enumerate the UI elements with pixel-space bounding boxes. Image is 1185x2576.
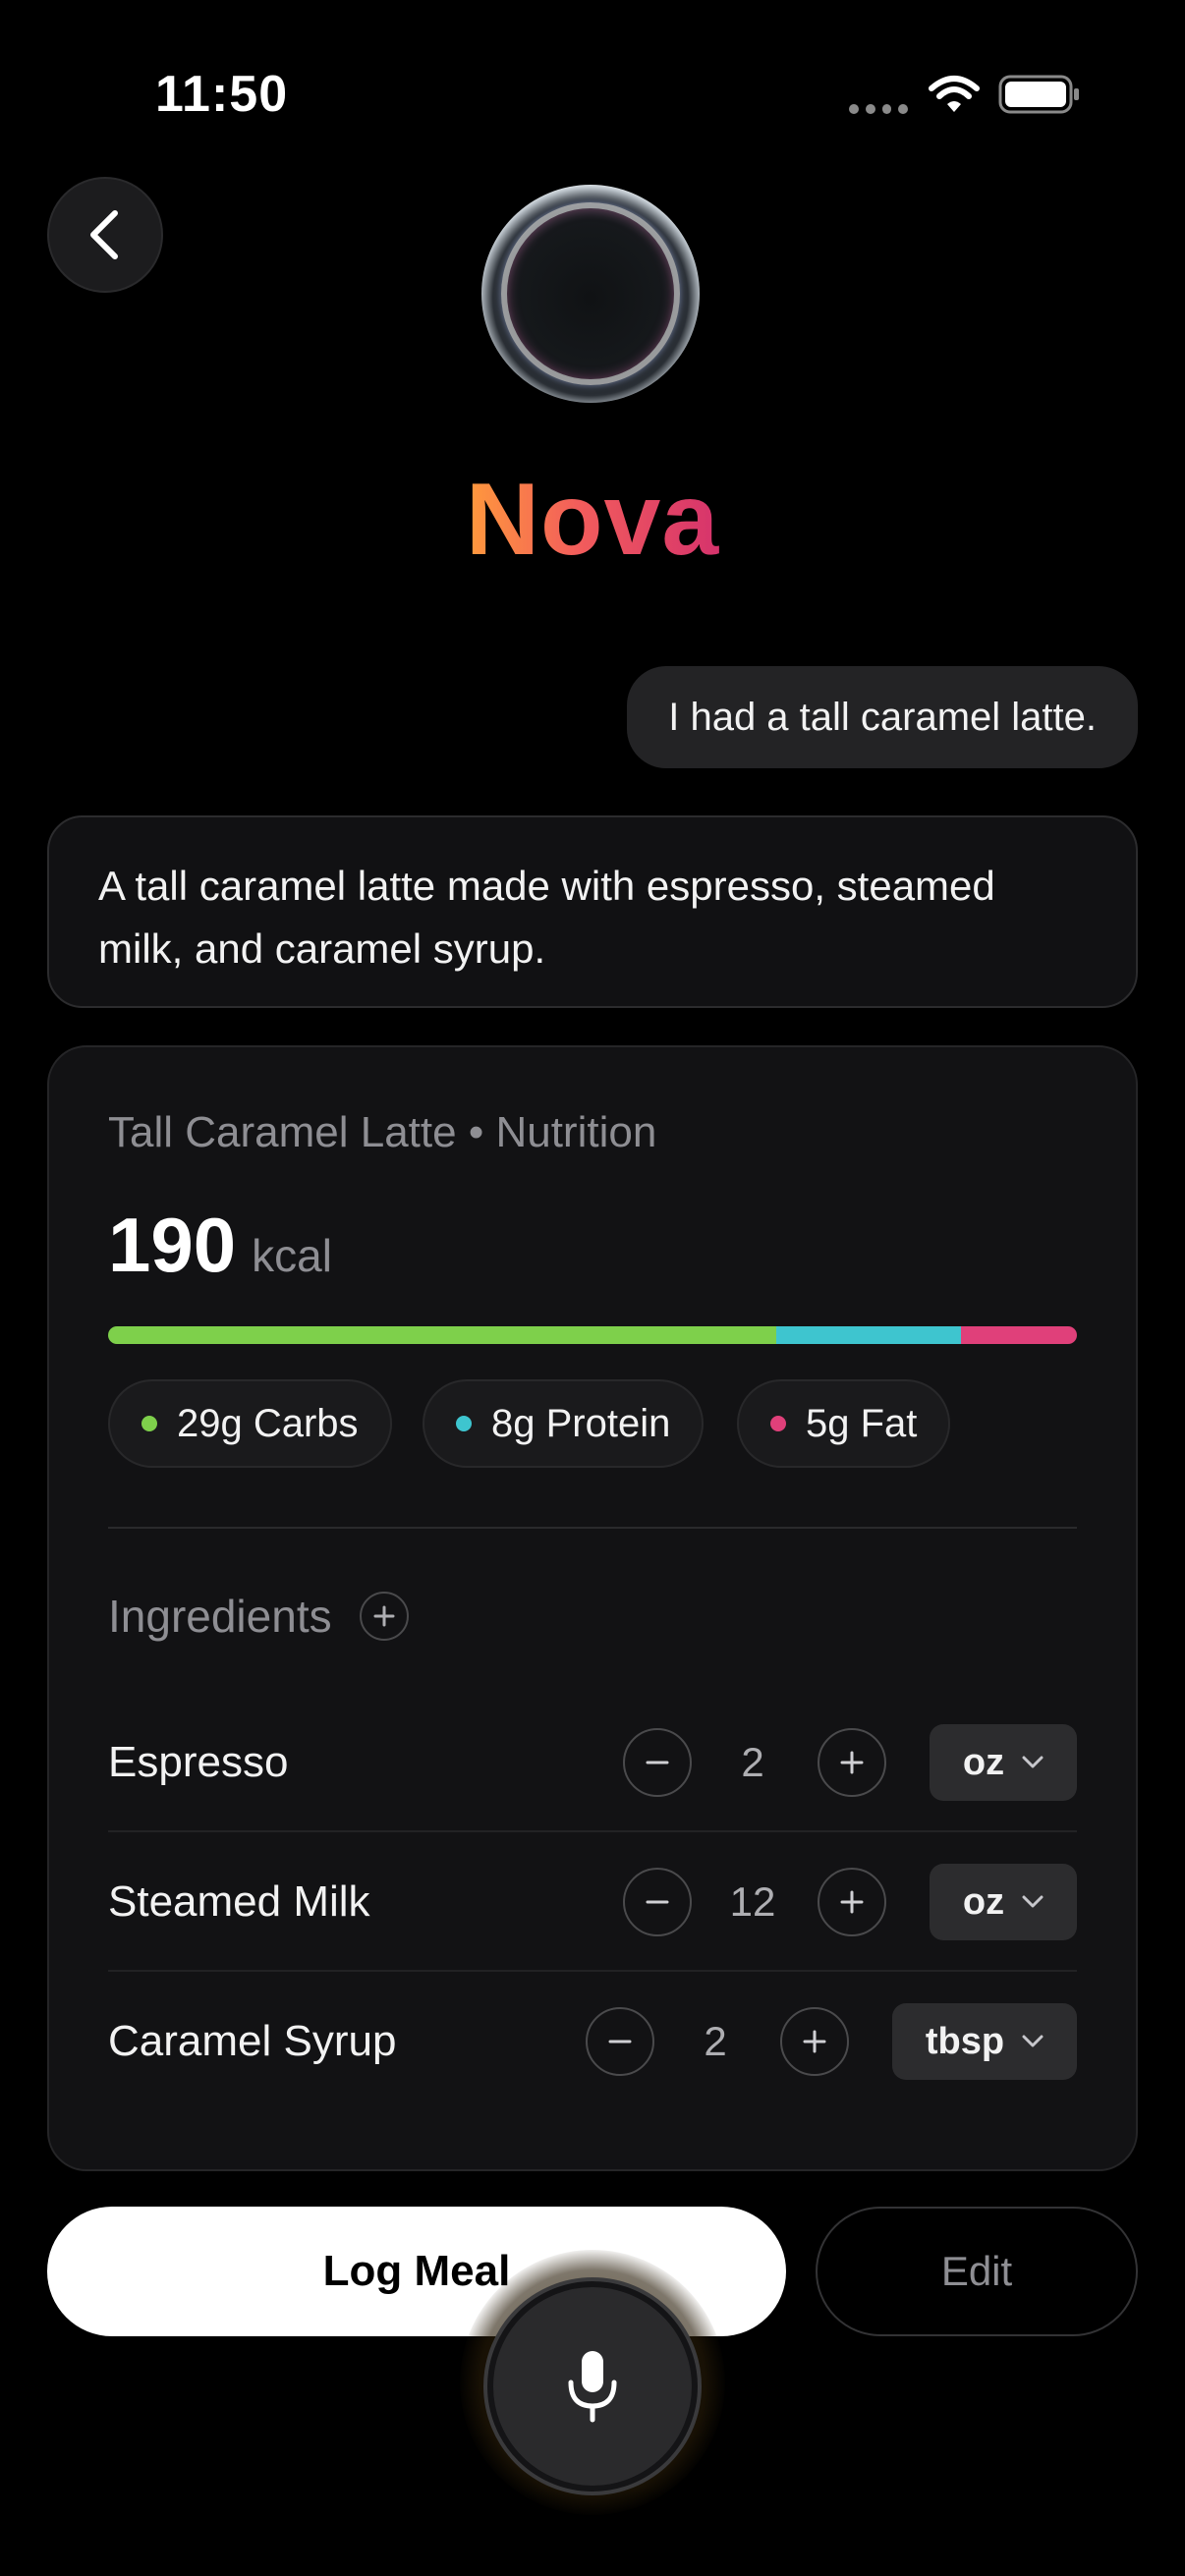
ingredients-header: Ingredients xyxy=(108,1590,409,1643)
macro-pill-protein: 8g Protein xyxy=(423,1379,705,1468)
ingredient-row-caramel-syrup: Caramel Syrup 2 tbsp xyxy=(108,1972,1077,2111)
macro-pill-fat: 5g Fat xyxy=(737,1379,951,1468)
cellular-signal-icon xyxy=(849,104,908,116)
carbs-dot-icon xyxy=(141,1416,157,1431)
assistant-name: Nova xyxy=(0,462,1185,579)
ingredient-name: Espresso xyxy=(108,1738,289,1786)
plus-icon xyxy=(373,1605,395,1627)
edit-button[interactable]: Edit xyxy=(816,2207,1138,2336)
ingredient-name: Steamed Milk xyxy=(108,1877,370,1926)
decrement-button[interactable] xyxy=(623,1868,692,1936)
assistant-name-text: Nova xyxy=(465,463,720,577)
macro-bar-fat xyxy=(960,1326,1077,1344)
unit-label: tbsp xyxy=(925,2020,1005,2062)
chevron-down-icon xyxy=(1022,1756,1044,1768)
chevron-down-icon xyxy=(1022,1895,1044,1908)
chevron-left-icon xyxy=(90,210,118,259)
microphone-button[interactable] xyxy=(487,2281,698,2492)
chevron-down-icon xyxy=(1022,2035,1044,2047)
macro-pill-label: 5g Fat xyxy=(806,1401,918,1445)
calories-display: 190 kcal xyxy=(108,1201,332,1290)
quantity-value[interactable]: 12 xyxy=(705,1832,800,1972)
battery-icon xyxy=(998,75,1079,114)
macro-pill-carbs: 29g Carbs xyxy=(108,1379,392,1468)
minus-icon xyxy=(646,1761,669,1764)
minus-icon xyxy=(646,1900,669,1904)
unit-dropdown[interactable]: oz xyxy=(930,1724,1077,1801)
macro-pill-label: 8g Protein xyxy=(491,1401,671,1445)
unit-label: oz xyxy=(962,1880,1005,1923)
macro-bar-protein xyxy=(776,1326,961,1344)
unit-dropdown[interactable]: tbsp xyxy=(892,2003,1077,2080)
quantity-value[interactable]: 2 xyxy=(705,1693,800,1832)
plus-icon xyxy=(803,2030,826,2053)
decrement-button[interactable] xyxy=(623,1728,692,1797)
plus-icon xyxy=(840,1751,864,1774)
unit-label: oz xyxy=(962,1741,1005,1783)
nutrition-title: Tall Caramel Latte • Nutrition xyxy=(108,1108,657,1156)
back-button[interactable] xyxy=(47,177,163,293)
increment-button[interactable] xyxy=(780,2007,849,2076)
macro-bar-carbs xyxy=(108,1326,777,1344)
ingredient-row-steamed-milk: Steamed Milk 12 oz xyxy=(108,1832,1077,1972)
assistant-orb-avatar xyxy=(481,185,700,403)
quantity-value[interactable]: 2 xyxy=(668,1972,762,2111)
increment-button[interactable] xyxy=(818,1728,886,1797)
status-time: 11:50 xyxy=(155,66,289,123)
microphone-icon xyxy=(568,2351,617,2423)
ingredient-row-espresso: Espresso 2 oz xyxy=(108,1693,1077,1832)
calories-value: 190 xyxy=(108,1202,237,1288)
protein-dot-icon xyxy=(456,1416,472,1431)
add-ingredient-button[interactable] xyxy=(359,1592,409,1641)
user-message-bubble: I had a tall caramel latte. xyxy=(627,666,1138,768)
decrement-button[interactable] xyxy=(586,2007,654,2076)
ingredient-name: Caramel Syrup xyxy=(108,2017,397,2065)
minus-icon xyxy=(608,2040,632,2044)
macro-pill-label: 29g Carbs xyxy=(177,1401,359,1445)
macro-distribution-bar xyxy=(108,1326,1077,1344)
assistant-message-bubble: A tall caramel latte made with espresso,… xyxy=(47,815,1138,1008)
fat-dot-icon xyxy=(770,1416,786,1431)
ingredients-heading: Ingredients xyxy=(108,1591,332,1642)
increment-button[interactable] xyxy=(818,1868,886,1936)
unit-dropdown[interactable]: oz xyxy=(930,1864,1077,1940)
plus-icon xyxy=(840,1890,864,1914)
calories-unit: kcal xyxy=(252,1230,332,1281)
wifi-icon xyxy=(929,76,980,112)
divider xyxy=(108,1527,1077,1529)
